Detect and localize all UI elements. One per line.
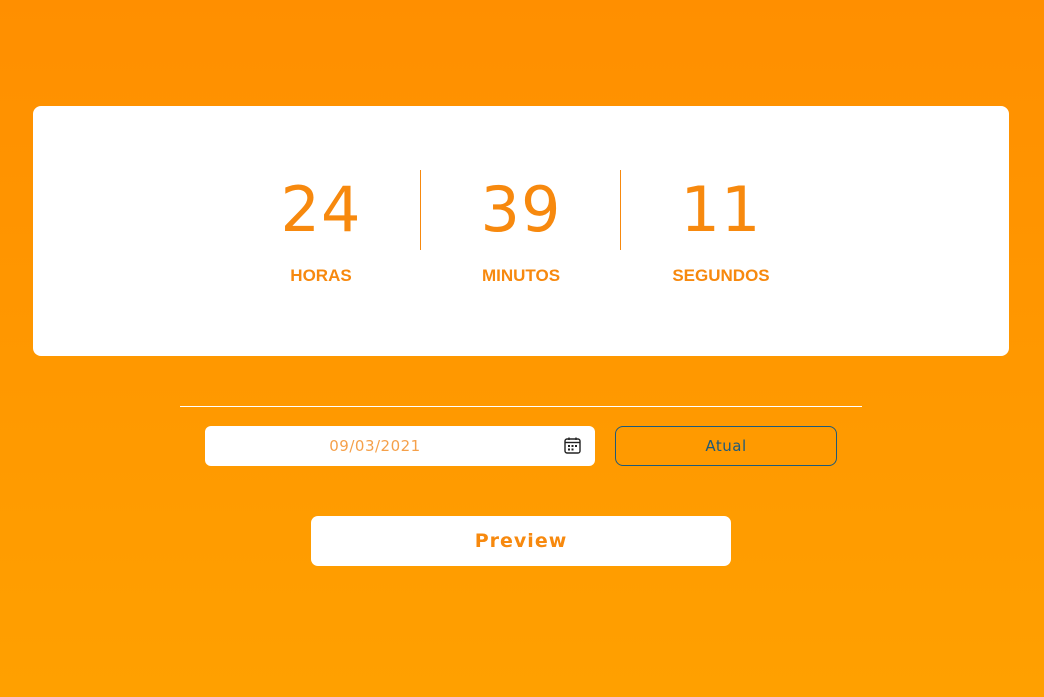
seconds-label: SEGUNDOS: [672, 266, 770, 285]
preview-button[interactable]: Preview: [311, 516, 731, 566]
atual-button[interactable]: Atual: [615, 426, 837, 466]
countdown-card: 24 HORAS 39 MINUTOS 11 SEGUNDOS: [33, 106, 1009, 356]
minutes-unit: 39 MINUTOS: [421, 170, 621, 286]
hours-value: 24: [280, 173, 362, 246]
seconds-unit: 11 SEGUNDOS: [621, 170, 821, 286]
date-input[interactable]: 09/03/2021: [205, 426, 595, 466]
calendar-icon[interactable]: [564, 437, 581, 454]
minutes-label: MINUTOS: [481, 266, 561, 285]
separator-line: [180, 406, 862, 407]
hours-unit: 24 HORAS: [221, 170, 421, 286]
date-input-value: 09/03/2021: [329, 437, 421, 455]
hours-label: HORAS: [290, 266, 352, 285]
minutes-value: 39: [480, 173, 562, 246]
seconds-value: 11: [680, 173, 762, 246]
